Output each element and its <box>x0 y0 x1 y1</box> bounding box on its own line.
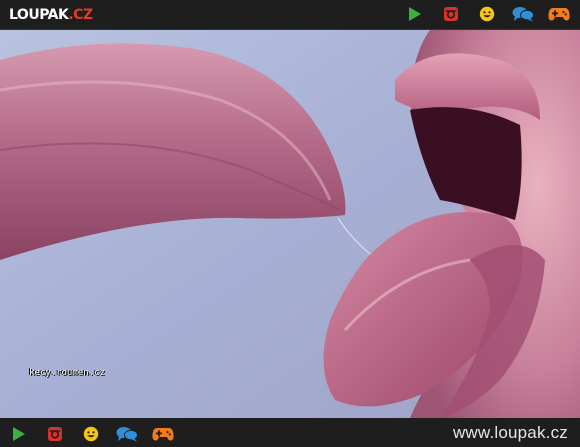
logo-name: LOUPAK <box>9 7 69 23</box>
smiley-icon[interactable] <box>80 424 102 444</box>
site-url-link[interactable]: www.loupak.cz <box>453 423 568 443</box>
top-icon-row <box>404 4 570 24</box>
bottom-bar: www.loupak.cz <box>0 418 580 447</box>
top-bar: LOUPAK.CZ <box>0 0 580 30</box>
bottom-icon-row <box>8 424 174 444</box>
instagram-icon[interactable] <box>440 4 462 24</box>
instagram-icon[interactable] <box>44 424 66 444</box>
site-logo[interactable]: LOUPAK.CZ <box>9 6 93 24</box>
gamepad-icon[interactable] <box>152 424 174 444</box>
chat-icon[interactable] <box>512 4 534 24</box>
logo-tld: .CZ <box>68 7 93 23</box>
play-icon[interactable] <box>8 424 30 444</box>
chat-icon[interactable] <box>116 424 138 444</box>
main-photo: kecy.roumen.cz <box>0 30 580 418</box>
watermark-text: kecy.roumen.cz <box>29 368 105 378</box>
smiley-icon[interactable] <box>476 4 498 24</box>
play-icon[interactable] <box>404 4 426 24</box>
gamepad-icon[interactable] <box>548 4 570 24</box>
